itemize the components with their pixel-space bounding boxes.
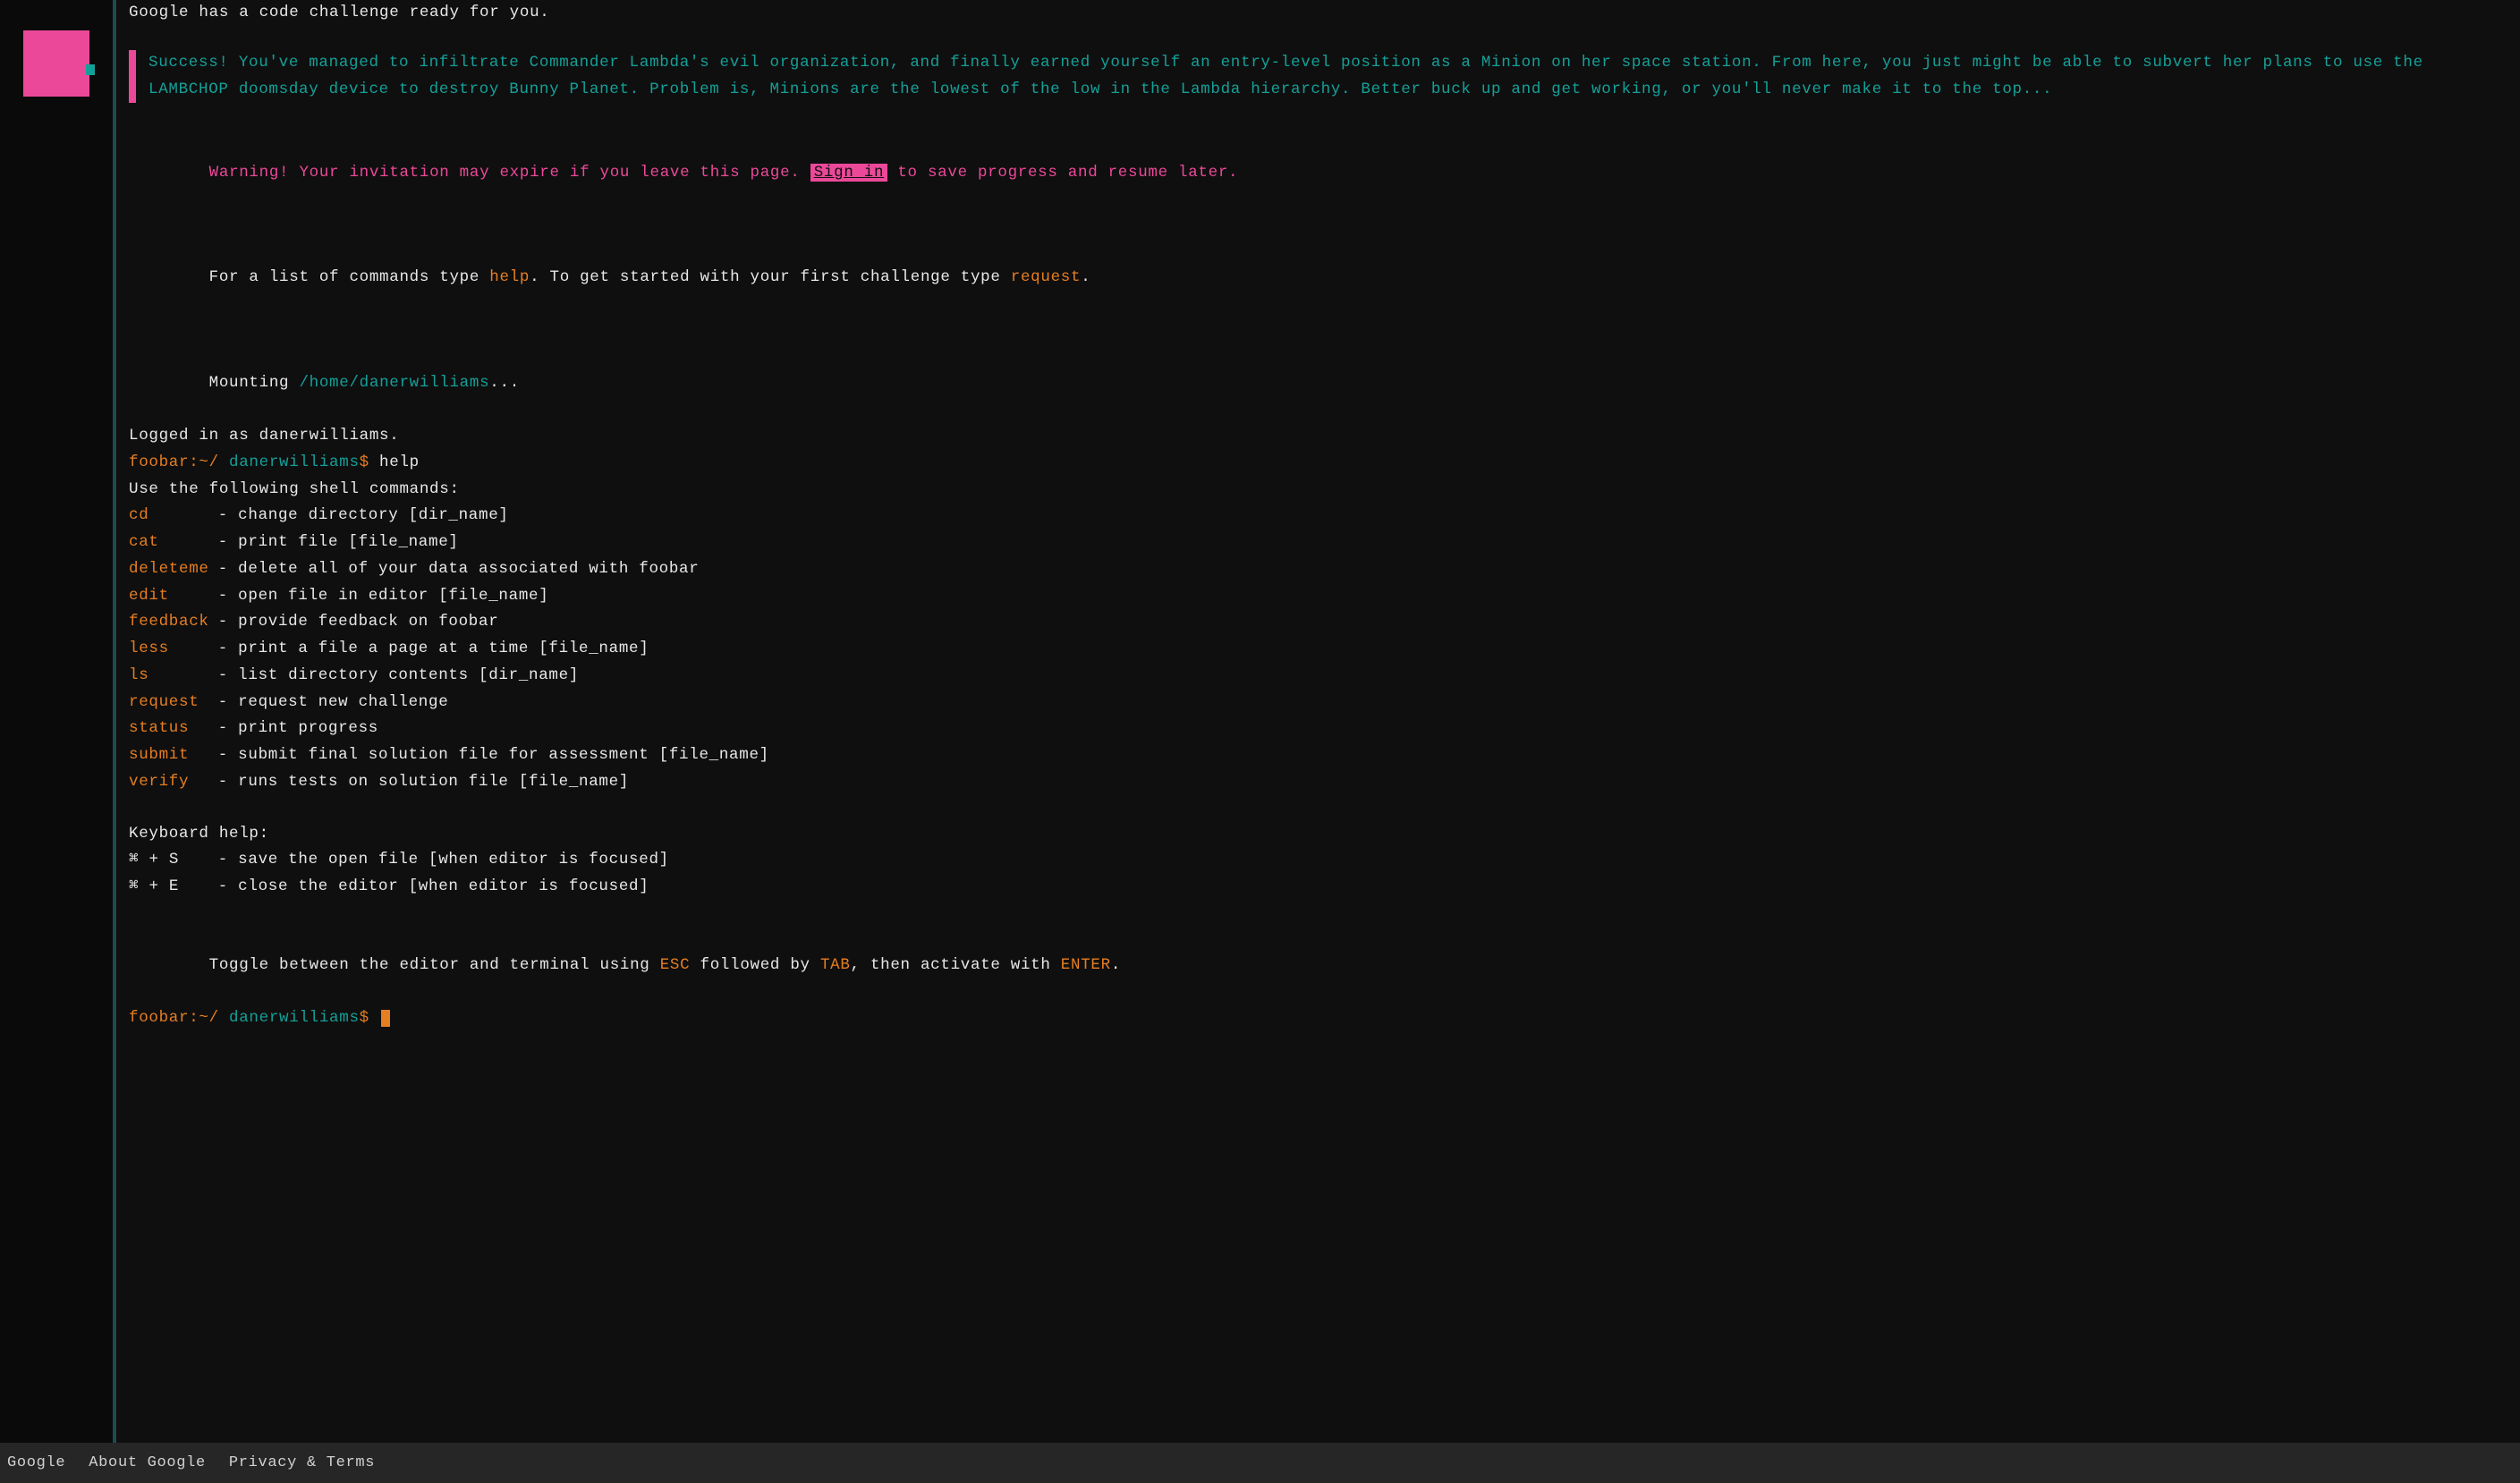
warning-text-post: to save progress and resume later. <box>887 164 1238 182</box>
command-desc: - change directory [dir_name] <box>218 503 509 530</box>
warning-text-pre: Warning! Your invitation may expire if y… <box>209 164 810 182</box>
keyboard-row: ⌘ + S- save the open file [when editor i… <box>129 847 2502 874</box>
command-row: cd- change directory [dir_name] <box>129 503 2502 530</box>
instructions-mid: . To get started with your first challen… <box>530 268 1011 286</box>
warning-line: Warning! Your invitation may expire if y… <box>129 133 2502 213</box>
command-desc: - print progress <box>218 716 378 742</box>
footer-about-link[interactable]: About Google <box>89 1454 206 1471</box>
toggle-end: . <box>1111 956 1121 974</box>
tab-key: TAB <box>820 956 851 974</box>
command-name: cat <box>129 530 218 556</box>
keyboard-combo: ⌘ + E <box>129 874 218 901</box>
command-desc: - open file in editor [file_name] <box>218 583 549 610</box>
footer-google-link[interactable]: Google <box>7 1454 65 1471</box>
keyboard-desc: - save the open file [when editor is foc… <box>218 847 669 874</box>
command-name: less <box>129 636 218 663</box>
command-row: verify- runs tests on solution file [fil… <box>129 769 2502 796</box>
instructions-pre: For a list of commands type <box>209 268 490 286</box>
help-header: Use the following shell commands: <box>129 477 2502 504</box>
esc-key: ESC <box>660 956 691 974</box>
command-row: ls- list directory contents [dir_name] <box>129 663 2502 690</box>
foobar-logo-icon <box>23 30 89 97</box>
footer-privacy-link[interactable]: Privacy & Terms <box>229 1454 375 1471</box>
toggle-line: Toggle between the editor and terminal u… <box>129 926 2502 1005</box>
mounting-line: Mounting /home/danerwilliams... <box>129 343 2502 423</box>
prompt-dollar: $ <box>360 453 369 471</box>
sign-in-link[interactable]: Sign in <box>810 164 887 182</box>
command-desc: - runs tests on solution file [file_name… <box>218 769 629 796</box>
command-name: submit <box>129 742 218 769</box>
commands-list: cd- change directory [dir_name]cat- prin… <box>129 503 2502 795</box>
command-row: cat- print file [file_name] <box>129 530 2502 556</box>
instructions-line: For a list of commands type help. To get… <box>129 239 2502 318</box>
prompt-line-2[interactable]: foobar:~/ danerwilliams$ <box>129 1005 2502 1032</box>
toggle-mid2: , then activate with <box>851 956 1061 974</box>
mounting-post: ... <box>489 374 520 392</box>
help-keyword: help <box>489 268 530 286</box>
request-keyword: request <box>1011 268 1081 286</box>
command-desc: - print a file a page at a time [file_na… <box>218 636 649 663</box>
prompt-dollar: $ <box>360 1009 369 1027</box>
command-desc: - list directory contents [dir_name] <box>218 663 579 690</box>
command-name: cd <box>129 503 218 530</box>
mounting-path: /home/danerwilliams <box>299 374 489 392</box>
command-row: feedback- provide feedback on foobar <box>129 609 2502 636</box>
command-name: feedback <box>129 609 218 636</box>
command-name: status <box>129 716 218 742</box>
footer: Google About Google Privacy & Terms <box>0 1443 2520 1483</box>
prompt-user: danerwilliams <box>229 1009 360 1027</box>
enter-key: ENTER <box>1061 956 1111 974</box>
command-row: edit- open file in editor [file_name] <box>129 583 2502 610</box>
command-desc: - request new challenge <box>218 690 449 716</box>
prompt-host: foobar:~/ <box>129 453 229 471</box>
keyboard-header: Keyboard help: <box>129 821 2502 848</box>
command-desc: - submit final solution file for assessm… <box>218 742 769 769</box>
command-desc: - provide feedback on foobar <box>218 609 499 636</box>
prompt-line-1: foobar:~/ danerwilliams$ help <box>129 450 2502 477</box>
prompt-entered-cmd: help <box>369 453 420 471</box>
toggle-pre: Toggle between the editor and terminal u… <box>209 956 660 974</box>
command-desc: - print file [file_name] <box>218 530 459 556</box>
mounting-pre: Mounting <box>209 374 300 392</box>
command-desc: - delete all of your data associated wit… <box>218 556 700 583</box>
keyboard-list: ⌘ + S- save the open file [when editor i… <box>129 847 2502 901</box>
keyboard-desc: - close the editor [when editor is focus… <box>218 874 649 901</box>
keyboard-combo: ⌘ + S <box>129 847 218 874</box>
prompt-user: danerwilliams <box>229 453 360 471</box>
command-row: deleteme- delete all of your data associ… <box>129 556 2502 583</box>
intro-line: Google has a code challenge ready for yo… <box>129 0 2502 27</box>
success-quote: Success! You've managed to infiltrate Co… <box>129 50 2502 104</box>
command-row: less- print a file a page at a time [fil… <box>129 636 2502 663</box>
keyboard-row: ⌘ + E- close the editor [when editor is … <box>129 874 2502 901</box>
toggle-mid: followed by <box>690 956 820 974</box>
prompt-host: foobar:~/ <box>129 1009 229 1027</box>
command-row: submit- submit final solution file for a… <box>129 742 2502 769</box>
command-name: ls <box>129 663 218 690</box>
cursor-icon <box>381 1010 390 1027</box>
terminal[interactable]: Google has a code challenge ready for yo… <box>116 0 2520 1443</box>
command-name: deleteme <box>129 556 218 583</box>
command-name: verify <box>129 769 218 796</box>
command-row: status- print progress <box>129 716 2502 742</box>
instructions-end: . <box>1081 268 1090 286</box>
logged-in-line: Logged in as danerwilliams. <box>129 423 2502 450</box>
command-row: request- request new challenge <box>129 690 2502 716</box>
sidebar <box>0 0 116 1443</box>
command-name: edit <box>129 583 218 610</box>
command-name: request <box>129 690 218 716</box>
